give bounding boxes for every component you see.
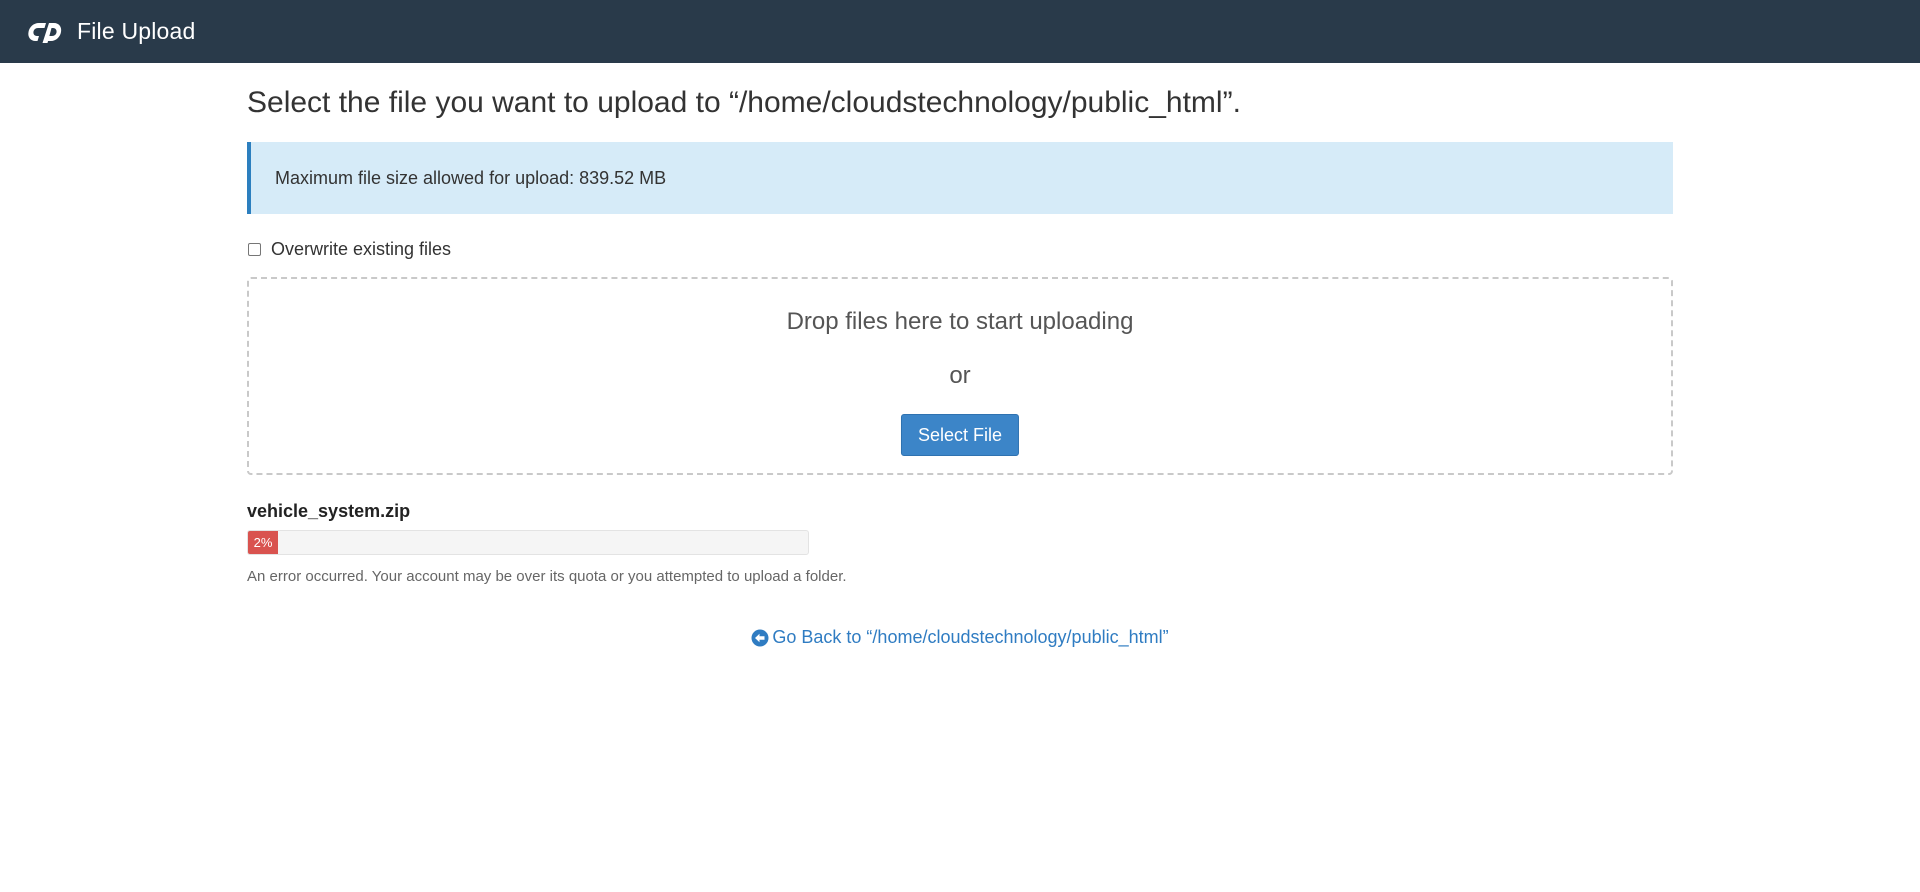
file-dropzone[interactable]: Drop files here to start uploading or Se…: [247, 277, 1673, 475]
overwrite-checkbox[interactable]: [248, 243, 261, 256]
or-separator: or: [949, 362, 971, 389]
app-title: File Upload: [77, 18, 196, 44]
drop-instruction: Drop files here to start uploading: [786, 308, 1134, 335]
upload-item: vehicle_system.zip 2% An error occurred.…: [247, 501, 847, 588]
uploaded-file-name: vehicle_system.zip: [247, 501, 411, 521]
go-back-label[interactable]: Go Back to “/home/cloudstechnology/publi…: [772, 627, 1168, 648]
overwrite-label[interactable]: Overwrite existing files: [271, 239, 451, 260]
go-back-link[interactable]: Go Back to “/home/cloudstechnology/publi…: [247, 627, 1673, 648]
cpanel-logo-icon[interactable]: [26, 17, 64, 47]
max-file-size-alert: Maximum file size allowed for upload: 83…: [247, 142, 1673, 214]
page-title: Select the file you want to upload to “/…: [247, 86, 1241, 119]
overwrite-option[interactable]: Overwrite existing files: [247, 239, 1673, 260]
upload-progress-bar: 2%: [247, 530, 809, 555]
upload-progress-fill: 2%: [248, 531, 278, 554]
top-navigation-bar: File Upload: [0, 0, 1920, 63]
upload-progress-label: 2%: [253, 535, 273, 550]
arrow-circle-left-icon: [751, 629, 769, 647]
upload-error-message: An error occurred. Your account may be o…: [247, 568, 847, 585]
select-file-button[interactable]: Select File: [900, 414, 1020, 456]
main-content: Select the file you want to upload to “/…: [247, 63, 1673, 648]
max-file-size-text: Maximum file size allowed for upload: 83…: [275, 167, 667, 188]
